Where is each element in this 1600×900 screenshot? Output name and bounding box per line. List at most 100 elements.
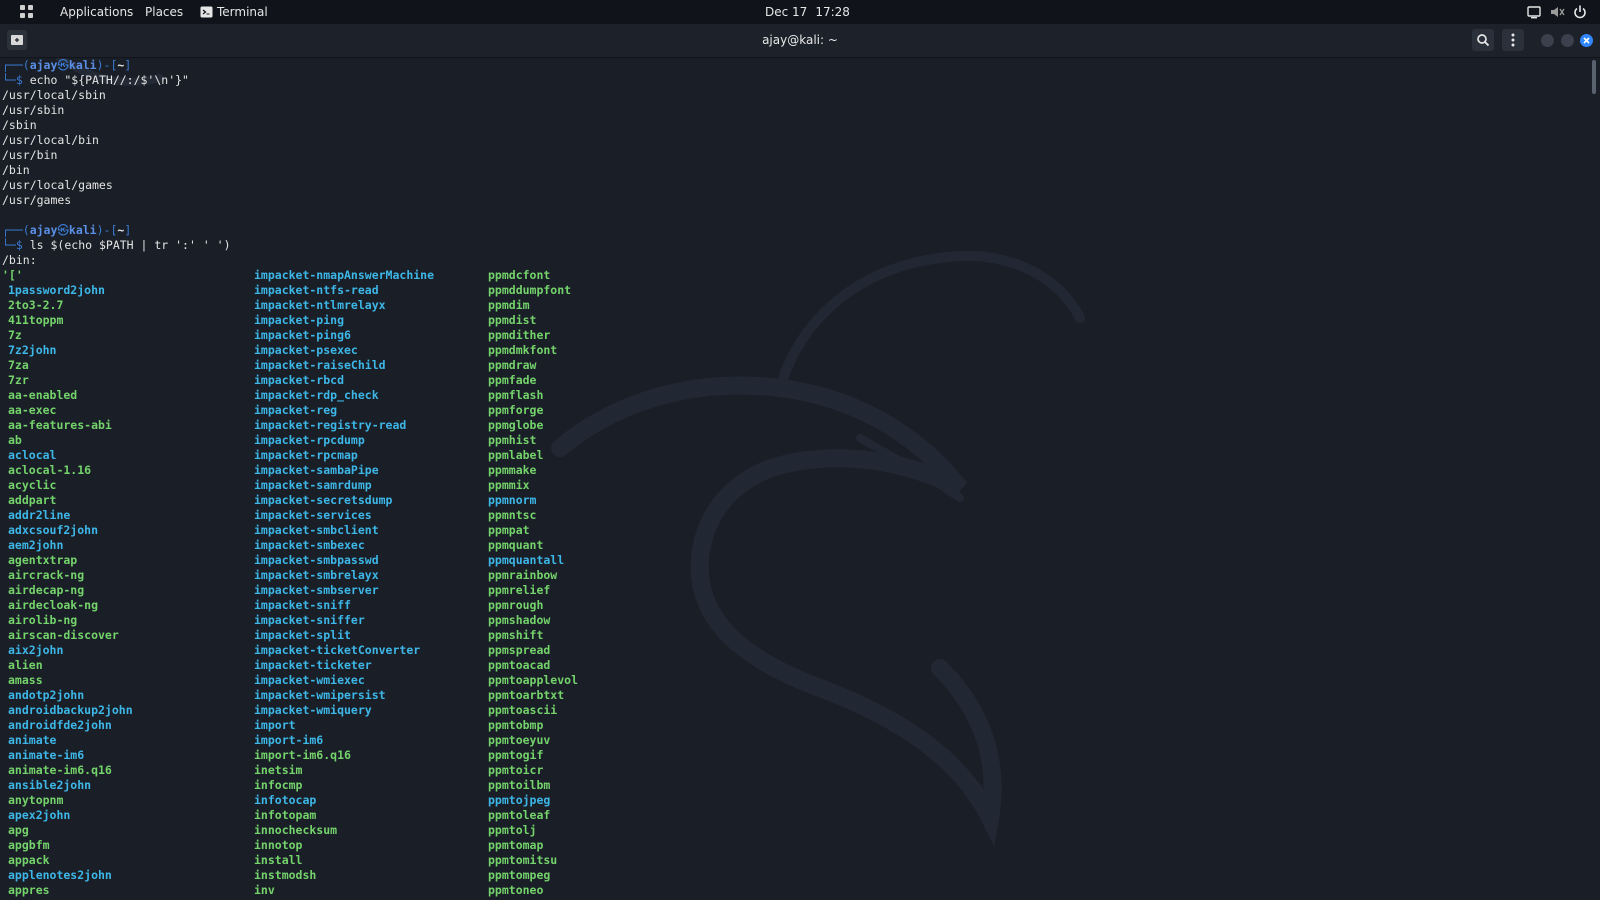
listing-entry: aem2john <box>8 538 64 552</box>
places-menu[interactable]: Places <box>145 5 183 19</box>
listing-entry: apex2john <box>8 808 71 822</box>
app-grid-icon[interactable] <box>20 5 34 19</box>
listing-entry: instmodsh <box>254 868 317 882</box>
listing-entry: impacket-services <box>254 508 372 522</box>
mute-icon[interactable] <box>1549 4 1565 20</box>
listing-entry: innotop <box>254 838 303 852</box>
path-output-line: /usr/local/sbin <box>2 88 106 102</box>
menu-button[interactable] <box>1502 29 1524 51</box>
listing-entry: ppmdraw <box>488 358 537 372</box>
scrollbar[interactable] <box>1588 58 1600 900</box>
listing-entry: import <box>254 718 296 732</box>
clock[interactable]: Dec 17 17:28 <box>765 5 850 19</box>
listing-entry: aa-features-abi <box>8 418 112 432</box>
listing-entry: addr2line <box>8 508 71 522</box>
clock-time: 17:28 <box>815 5 850 19</box>
listing-entry: inv <box>254 883 275 897</box>
listing-entry: appres <box>8 883 50 897</box>
search-icon <box>1477 34 1490 47</box>
listing-entry: 7zr <box>8 373 29 387</box>
listing-entry: ppmtoapplevol <box>488 673 579 687</box>
listing-entry: 411toppm <box>8 313 64 327</box>
listing-entry: ppmlabel <box>488 448 544 462</box>
listing-entry: ppmdim <box>488 298 530 312</box>
listing-entry: ppmntsc <box>488 508 537 522</box>
listing-entry: aclocal-1.16 <box>8 463 92 477</box>
listing-entry: inetsim <box>254 763 303 777</box>
listing-entry: ppmtomap <box>488 838 544 852</box>
listing-entry: ppmquantall <box>488 553 565 567</box>
prompt-user: ajay <box>29 58 58 72</box>
listing-entry: ppmtoascii <box>488 703 558 717</box>
screen-icon[interactable] <box>1526 4 1542 20</box>
listing-entry: impacket-samrdump <box>254 478 372 492</box>
close-icon[interactable] <box>1580 34 1593 47</box>
listing-entry: animate-im6.q16 <box>8 763 112 777</box>
listing-entry: impacket-smbexec <box>254 538 365 552</box>
listing-entry: impacket-smbserver <box>254 583 379 597</box>
path-output-line: /usr/local/bin <box>2 133 99 147</box>
listing-entry: ppmshadow <box>488 613 551 627</box>
power-icon[interactable] <box>1572 4 1588 20</box>
listing-entry: ppmforge <box>488 403 544 417</box>
listing-entry: ppmhist <box>488 433 537 447</box>
listing-entry: install <box>254 853 303 867</box>
listing-entry: infotocap <box>254 793 317 807</box>
scrollbar-thumb[interactable] <box>1592 60 1596 94</box>
listing-entry: impacket-ping <box>254 313 345 327</box>
listing-entry: ppmdcfont <box>488 268 551 282</box>
listing-entry: ppmtoarbtxt <box>488 688 565 702</box>
listing-entry: alien <box>8 658 43 672</box>
listing-entry: ppmmix <box>488 478 530 492</box>
listing-entry: impacket-ntfs-read <box>254 283 379 297</box>
maximize-icon[interactable] <box>1561 34 1574 47</box>
path-output-line: /usr/bin <box>2 148 58 162</box>
listing-entry: impacket-nmapAnswerMachine <box>254 268 435 282</box>
listing-entry: 1password2john <box>8 283 105 297</box>
terminal-output[interactable]: ┌──(ajay㉿kali)-[~] └─$ echo "${PATH//:/$… <box>0 58 1588 900</box>
listing-entry: innochecksum <box>254 823 338 837</box>
listing-entry: aix2john <box>8 643 64 657</box>
minimize-icon[interactable] <box>1541 34 1554 47</box>
listing-column-1: 1password2john 2to3-2.7 411toppm 7z 7z2john 7… <box>8 283 133 898</box>
listing-entry: applenotes2john <box>8 868 112 882</box>
path-output-line: /bin <box>2 163 30 177</box>
listing-entry: ppmdmkfont <box>488 343 558 357</box>
listing-entry: ppmtomitsu <box>488 853 558 867</box>
prompt-host: kali <box>68 223 97 237</box>
listing-entry: androidfde2john <box>8 718 112 732</box>
prompt-symbol: $ <box>15 238 23 252</box>
listing-column-2: impacket-nmapAnswerMachine impacket-ntfs-… <box>254 268 434 898</box>
listing-entry: impacket-ntlmrelayx <box>254 298 386 312</box>
listing-entry: impacket-sambaPipe <box>254 463 379 477</box>
listing-entry: infotopam <box>254 808 317 822</box>
terminal-menu[interactable]: Terminal <box>200 5 268 19</box>
terminal-icon <box>200 6 213 18</box>
listing-entry: impacket-secretsdump <box>254 493 393 507</box>
window-title: ajay@kali: ~ <box>762 33 838 47</box>
prompt-user: ajay <box>29 223 58 237</box>
listing-entry: airscan-discover <box>8 628 119 642</box>
listing-entry: ppmshift <box>488 628 544 642</box>
prompt-dir: ~ <box>117 223 125 237</box>
listing-entry: ppmtoleaf <box>488 808 551 822</box>
prompt-line: ┌──(ajay㉿kali)-[~] <box>2 58 132 72</box>
listing-entry: ppmpat <box>488 523 530 537</box>
listing-entry: ppmtogif <box>488 748 544 762</box>
path-output-line: /usr/games <box>2 193 72 207</box>
search-button[interactable] <box>1472 29 1494 51</box>
listing-entry: impacket-wmiquery <box>254 703 372 717</box>
listing-entry: ppmmake <box>488 463 537 477</box>
listing-entry: impacket-wmiexec <box>254 673 365 687</box>
listing-entry: animate-im6 <box>8 748 85 762</box>
applications-menu[interactable]: Applications <box>60 5 133 19</box>
listing-entry: ppmtoneo <box>488 883 544 897</box>
listing-entry: 2to3-2.7 <box>8 298 64 312</box>
listing-entry: impacket-ticketer <box>254 658 372 672</box>
listing-entry: ppmflash <box>488 388 544 402</box>
listing-entry: impacket-reg <box>254 403 338 417</box>
listing-entry: anytopnm <box>8 793 64 807</box>
listing-entry: ppmfade <box>488 373 537 387</box>
listing-entry: 7z <box>8 328 22 342</box>
listing-entry: impacket-ping6 <box>254 328 351 342</box>
